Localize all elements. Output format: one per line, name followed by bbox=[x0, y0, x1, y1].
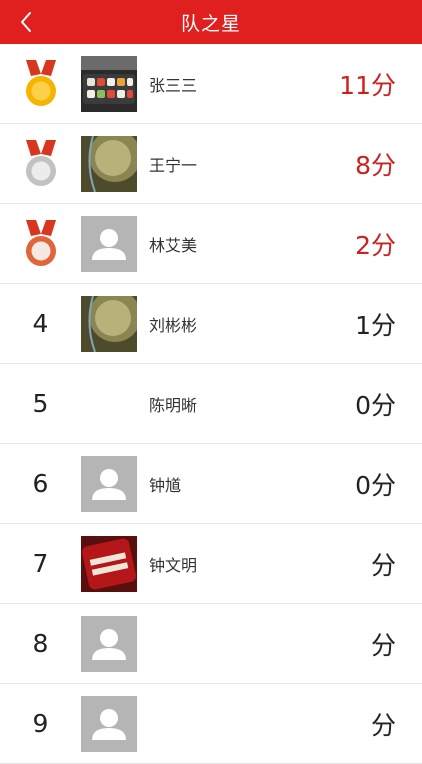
ranking-row[interactable]: 7 钟文明 分 bbox=[0, 524, 422, 604]
gold-medal-icon bbox=[25, 59, 56, 106]
ranking-row[interactable]: 8 分 bbox=[0, 604, 422, 684]
score-unit: 分 bbox=[370, 310, 396, 340]
member-score: 2分 bbox=[355, 226, 396, 262]
rank-cell: 6 bbox=[0, 444, 81, 523]
member-name: 王宁一 bbox=[149, 155, 198, 175]
rank-number: 6 bbox=[32, 469, 49, 498]
member-score: 分 bbox=[371, 706, 396, 742]
rank-number: 9 bbox=[32, 709, 49, 738]
avatar bbox=[81, 535, 137, 592]
default-avatar-icon bbox=[81, 455, 137, 512]
rank-cell bbox=[0, 204, 81, 283]
member-score: 0分 bbox=[355, 386, 396, 422]
ranking-row[interactable]: 9 分 bbox=[0, 684, 422, 764]
score-value: 0 bbox=[355, 390, 371, 420]
member-name: 钟文明 bbox=[149, 555, 198, 575]
score-unit: 分 bbox=[370, 390, 396, 420]
default-avatar-icon bbox=[81, 695, 137, 752]
rank-cell bbox=[0, 124, 81, 203]
score-unit: 分 bbox=[370, 150, 396, 180]
score-unit: 分 bbox=[370, 630, 396, 660]
score-unit: 分 bbox=[370, 710, 396, 740]
rank-cell: 7 bbox=[0, 524, 81, 603]
rank-cell: 5 bbox=[0, 364, 81, 443]
page-title: 队之星 bbox=[180, 12, 241, 35]
member-score: 8分 bbox=[355, 146, 396, 182]
member-name: 林艾美 bbox=[149, 235, 198, 255]
avatar bbox=[81, 135, 137, 192]
ranking-row[interactable]: 4 刘彬彬 1分 bbox=[0, 284, 422, 364]
rank-number: 4 bbox=[32, 309, 49, 338]
member-name: 钟馗 bbox=[149, 475, 182, 495]
score-unit: 分 bbox=[370, 230, 396, 260]
rank-cell: 9 bbox=[0, 684, 81, 763]
member-score: 1分 bbox=[355, 306, 396, 342]
score-value: 11 bbox=[339, 70, 371, 100]
ranking-row[interactable]: 张三三 11分 bbox=[0, 44, 422, 124]
rank-number: 8 bbox=[32, 629, 49, 658]
default-avatar-icon bbox=[81, 215, 137, 272]
ranking-row[interactable]: 王宁一 8分 bbox=[0, 124, 422, 204]
avatar-empty bbox=[81, 376, 137, 432]
avatar bbox=[81, 55, 137, 112]
score-value: 1 bbox=[355, 310, 371, 340]
back-button[interactable] bbox=[8, 0, 44, 44]
rank-number: 5 bbox=[32, 389, 49, 418]
default-avatar-icon bbox=[81, 615, 137, 672]
score-value: 8 bbox=[355, 150, 371, 180]
score-unit: 分 bbox=[370, 70, 396, 100]
ranking-row[interactable]: 5 陈明晰 0分 bbox=[0, 364, 422, 444]
score-unit: 分 bbox=[370, 470, 396, 500]
avatar bbox=[81, 295, 137, 352]
member-score: 0分 bbox=[355, 466, 396, 502]
chevron-left-icon bbox=[21, 12, 31, 32]
rank-number: 7 bbox=[32, 549, 49, 578]
member-name: 陈明晰 bbox=[149, 395, 198, 415]
member-score: 11分 bbox=[339, 66, 396, 102]
member-name: 刘彬彬 bbox=[149, 315, 198, 335]
member-name: 张三三 bbox=[149, 75, 198, 95]
score-unit: 分 bbox=[370, 550, 396, 580]
silver-medal-icon bbox=[25, 139, 56, 186]
member-score: 分 bbox=[371, 626, 396, 662]
ranking-row[interactable]: 6 钟馗 0分 bbox=[0, 444, 422, 524]
rank-cell bbox=[0, 44, 81, 123]
ranking-row[interactable]: 林艾美 2分 bbox=[0, 204, 422, 284]
score-value: 0 bbox=[355, 470, 371, 500]
ranking-list: 张三三 11分 王宁一 8分 林艾美 2分 4 刘彬彬 1分 5 陈明晰 0分 … bbox=[0, 44, 422, 764]
navbar: 队之星 bbox=[0, 0, 422, 44]
bronze-medal-icon bbox=[25, 219, 56, 266]
score-value: 2 bbox=[355, 230, 371, 260]
member-score: 分 bbox=[371, 546, 396, 582]
rank-cell: 8 bbox=[0, 604, 81, 683]
rank-cell: 4 bbox=[0, 284, 81, 363]
